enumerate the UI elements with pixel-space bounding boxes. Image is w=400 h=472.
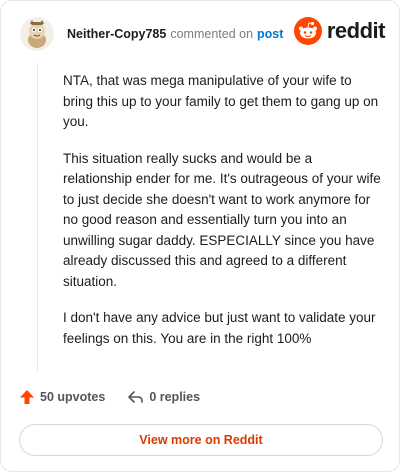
reddit-snoo-icon <box>293 17 322 45</box>
comment-meta: Neither-Copy785 commented on post <box>67 27 283 41</box>
commented-on-text: commented on <box>170 27 254 41</box>
comment-paragraph: NTA, that was mega manipulative of your … <box>63 73 379 129</box>
avatar-icon <box>20 17 54 51</box>
user-avatar[interactable] <box>19 16 55 52</box>
reply-icon <box>128 391 144 403</box>
comment-actions: 50 upvotes 0 replies <box>19 389 222 405</box>
reply-count: 0 replies <box>149 390 201 404</box>
reddit-logo[interactable]: reddit <box>293 17 386 45</box>
reply-button[interactable]: 0 replies <box>127 389 200 405</box>
username-link[interactable]: Neither-Copy785 <box>67 27 166 41</box>
comment-paragraph: This situation really sucks and would be… <box>63 150 381 289</box>
comment-paragraph: I don't have any advice but just want to… <box>63 310 376 346</box>
upvote-button[interactable]: 50 upvotes <box>19 389 105 405</box>
thread-line <box>37 63 38 371</box>
reddit-comment-card: Neither-Copy785 commented on post reddit… <box>0 0 400 472</box>
view-more-button[interactable]: View more on Reddit <box>19 424 383 456</box>
comment-header: Neither-Copy785 commented on post reddit <box>19 15 386 53</box>
comment-body: NTA, that was mega manipulative of your … <box>63 71 381 365</box>
upvote-count: 50 upvotes <box>40 390 106 404</box>
reddit-wordmark: reddit <box>326 18 386 43</box>
post-link[interactable]: post <box>257 27 283 41</box>
upvote-arrow-icon <box>20 390 34 404</box>
